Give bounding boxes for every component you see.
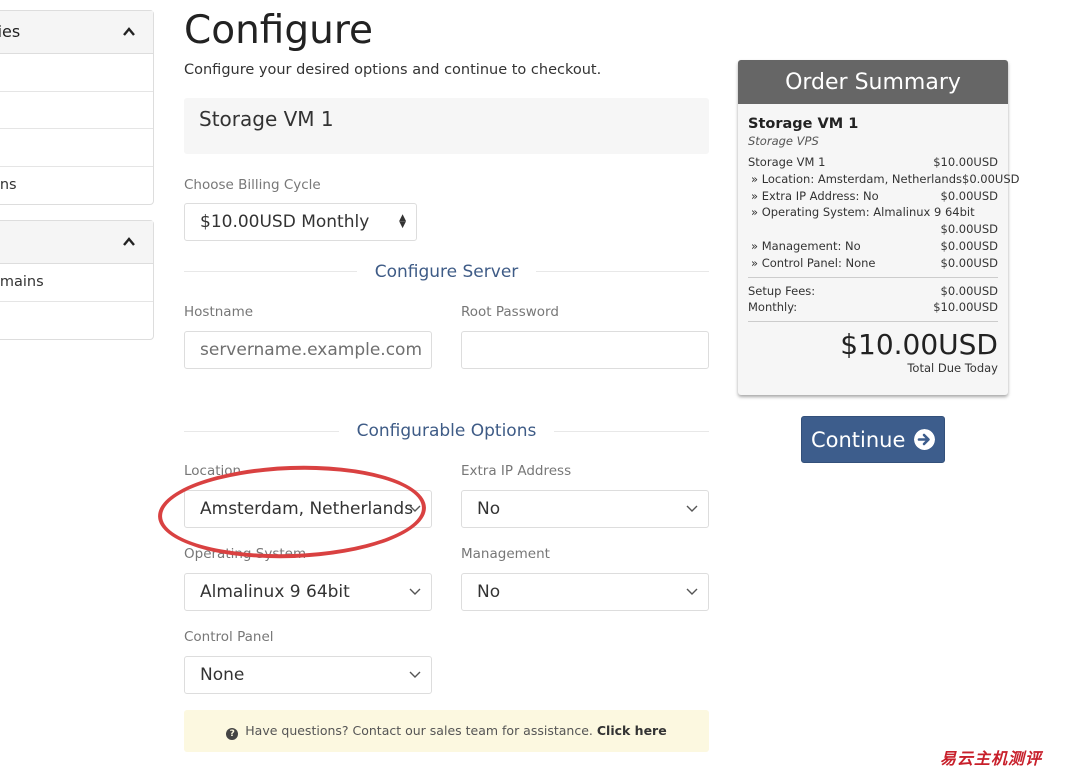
- summary-setup-fees: Setup Fees: $0.00USD: [748, 283, 998, 300]
- location-select[interactable]: Amsterdam, Netherlands: [184, 490, 432, 528]
- question-circle-icon: ?: [226, 728, 239, 740]
- sidebar-item[interactable]: [0, 54, 153, 92]
- sidebar-panel-header[interactable]: ries: [0, 11, 153, 54]
- control-panel-value: None: [200, 665, 245, 685]
- hostname-placeholder: servername.example.com: [200, 340, 423, 360]
- control-panel-select[interactable]: None: [184, 656, 432, 694]
- extra-ip-label: Extra IP Address: [461, 463, 572, 479]
- root-password-label: Root Password: [461, 304, 559, 320]
- hostname-label: Hostname: [184, 304, 254, 320]
- summary-monthly: Monthly: $10.00USD: [748, 299, 998, 316]
- summary-product-name: Storage VM 1: [748, 116, 859, 132]
- sidebar-item[interactable]: omains: [0, 264, 153, 302]
- monthly-value: $10.00USD: [933, 300, 998, 315]
- configurable-options-heading: Configurable Options: [184, 421, 709, 441]
- summary-line-label: » Location: Amsterdam, Netherlands: [751, 171, 962, 186]
- summary-line: $0.00USD: [748, 221, 999, 238]
- summary-line-value: $0.00USD: [962, 171, 1020, 186]
- location-value: Amsterdam, Netherlands: [200, 499, 414, 519]
- summary-line-value: $0.00USD: [940, 188, 999, 203]
- billing-cycle-select[interactable]: $10.00USD Monthly ▲ ▼: [184, 203, 417, 241]
- summary-line-value: $0.00USD: [940, 222, 999, 237]
- monthly-label: Monthly:: [748, 300, 798, 315]
- summary-divider: [748, 276, 998, 278]
- order-summary-body: Storage VM 1 Storage VPS Storage VM 1 $1…: [738, 116, 1020, 376]
- location-label: Location: [184, 463, 242, 479]
- operating-system-select[interactable]: Almalinux 9 64bit: [184, 573, 432, 611]
- summary-line-value: $10.00USD: [933, 155, 998, 169]
- help-note-text: Have questions? Contact our sales team f…: [245, 723, 593, 738]
- billing-cycle-label: Choose Billing Cycle: [184, 177, 321, 193]
- summary-line: Storage VM 1 $10.00USD: [748, 154, 998, 171]
- summary-line-label: [748, 221, 751, 238]
- chevron-down-icon: [409, 505, 421, 512]
- management-select[interactable]: No: [461, 573, 709, 611]
- chevron-down-icon: [409, 671, 421, 678]
- watermark: 易云主机测评: [940, 749, 1043, 768]
- chevron-down-icon: [686, 505, 698, 512]
- continue-button[interactable]: Continue: [801, 416, 945, 463]
- configurable-options-heading-text: Configurable Options: [338, 421, 555, 441]
- extra-ip-select[interactable]: No: [461, 490, 709, 528]
- control-panel-label: Control Panel: [184, 629, 274, 645]
- order-summary: Order Summary Storage VM 1 Storage VPS S…: [738, 60, 1020, 395]
- arrow-circle-right-icon: [914, 429, 936, 450]
- help-note-link[interactable]: Click here: [597, 723, 667, 738]
- continue-button-label: Continue: [810, 428, 906, 452]
- summary-line-label: » Control Panel: None: [751, 255, 876, 270]
- select-updown-icon: ▲ ▼: [399, 213, 406, 230]
- summary-total: $10.00USD: [840, 328, 998, 362]
- sidebar-panel-header[interactable]: [0, 221, 153, 264]
- product-name: Storage VM 1: [199, 107, 334, 131]
- operating-system-label: Operating System: [184, 546, 307, 562]
- summary-divider: [748, 321, 998, 323]
- summary-line-value: $0.00USD: [940, 255, 999, 270]
- management-label: Management: [461, 546, 550, 562]
- sidebar-panel-actions: omains t: [0, 220, 154, 340]
- sidebar-item[interactable]: t: [0, 302, 153, 340]
- order-summary-title: Order Summary: [738, 60, 1008, 104]
- chevron-up-icon[interactable]: [123, 236, 135, 248]
- product-info-box: Storage VM 1: [184, 98, 709, 154]
- setup-fees-label: Setup Fees:: [748, 283, 816, 298]
- summary-line-label: Storage VM 1: [748, 155, 826, 169]
- summary-line: » Extra IP Address: No $0.00USD: [748, 188, 998, 205]
- sidebar-panel-title: ries: [0, 22, 21, 41]
- page-subtitle: Configure your desired options and conti…: [184, 62, 602, 78]
- summary-total-label: Total Due Today: [907, 361, 998, 376]
- chevron-up-icon[interactable]: [123, 26, 135, 38]
- operating-system-value: Almalinux 9 64bit: [200, 582, 350, 602]
- summary-line: » Management: No $0.00USD: [748, 238, 998, 255]
- configure-server-heading-text: Configure Server: [356, 262, 537, 282]
- sidebar-item[interactable]: [0, 129, 153, 167]
- chevron-down-icon: [686, 588, 698, 595]
- summary-line-label: » Operating System: Almalinux 9 64bit: [751, 205, 975, 220]
- page-title: Configure: [184, 8, 374, 53]
- extra-ip-value: No: [477, 499, 501, 519]
- billing-cycle-value: $10.00USD Monthly: [200, 212, 370, 232]
- summary-product-group: Storage VPS: [748, 134, 819, 148]
- hostname-input[interactable]: servername.example.com: [184, 331, 432, 369]
- root-password-input[interactable]: [461, 331, 709, 369]
- summary-line-label: » Extra IP Address: No: [751, 188, 879, 203]
- summary-line: » Control Panel: None $0.00USD: [748, 255, 998, 272]
- management-value: No: [477, 582, 501, 602]
- summary-line: » Operating System: Almalinux 9 64bit: [748, 204, 998, 221]
- summary-line-label: » Management: No: [751, 238, 861, 253]
- sidebar-item[interactable]: ons: [0, 167, 153, 205]
- sidebar-panel-categories: ries ons: [0, 10, 154, 205]
- summary-line: » Location: Amsterdam, Netherlands $0.00…: [748, 171, 1020, 188]
- chevron-down-icon: [409, 588, 421, 595]
- help-note: ? Have questions? Contact our sales team…: [184, 710, 709, 752]
- sidebar-item[interactable]: [0, 92, 153, 129]
- setup-fees-value: $0.00USD: [940, 283, 999, 298]
- summary-line-value: $0.00USD: [940, 238, 999, 253]
- configure-server-heading: Configure Server: [184, 262, 709, 282]
